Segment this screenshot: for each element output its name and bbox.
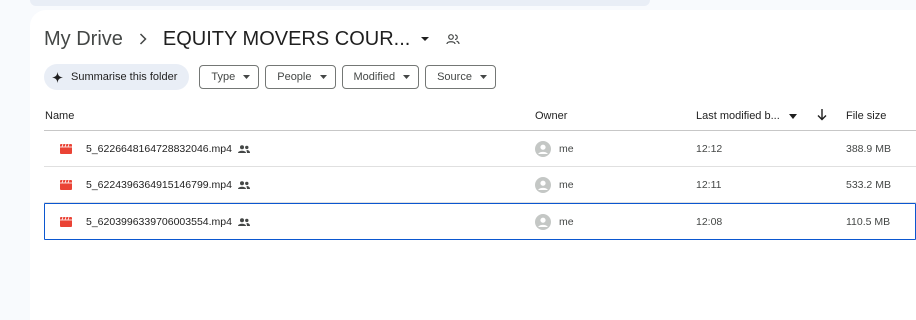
table-row[interactable]: 5_6226648164728832046.mp4 me 12:12 388.9… [44, 131, 916, 167]
column-header-last-modified[interactable]: Last modified b... [696, 110, 797, 122]
summarise-folder-label: Summarise this folder [71, 71, 178, 83]
owner-name: me [559, 215, 574, 228]
avatar [535, 176, 551, 193]
caret-down-icon [403, 75, 411, 79]
video-file-icon [60, 179, 72, 190]
caret-down-icon [479, 75, 487, 79]
last-modified-cell: 12:12 [696, 142, 723, 155]
column-header-name[interactable]: Name [45, 110, 74, 122]
folder-menu-caret-icon[interactable] [420, 36, 430, 42]
caret-down-icon [319, 75, 327, 79]
shared-icon [237, 144, 250, 153]
file-name-cell: 5_6224396364915146799.mp4 [60, 167, 250, 202]
file-table: Name Owner Last modified b... File size … [44, 105, 916, 240]
top-bar-edge [30, 0, 650, 6]
breadcrumb-current-folder[interactable]: EQUITY MOVERS COUR... [163, 28, 410, 51]
shared-folder-icon[interactable] [446, 33, 460, 45]
file-name-cell: 5_6203996339706003554.mp4 [60, 204, 250, 239]
table-header: Name Owner Last modified b... File size [44, 105, 916, 131]
table-row-selected[interactable]: 5_6203996339706003554.mp4 me 12:08 110.5… [44, 203, 916, 240]
shared-icon [237, 217, 250, 226]
column-header-last-modified-label: Last modified b... [696, 110, 780, 122]
filter-source-chip[interactable]: Source [425, 65, 496, 89]
filter-type-label: Type [211, 71, 236, 83]
owner-cell: me [535, 167, 574, 202]
video-file-icon [60, 216, 72, 227]
last-modified-cell: 12:11 [696, 178, 722, 191]
filter-modified-chip[interactable]: Modified [341, 65, 420, 89]
file-name: 5_6203996339706003554.mp4 [86, 215, 232, 228]
file-size-cell: 388.9 MB [846, 142, 891, 155]
last-modified-cell: 12:08 [696, 215, 723, 228]
owner-name: me [559, 142, 574, 155]
filter-chips: Summarise this folder Type People Modifi… [44, 64, 502, 90]
file-size-cell: 110.5 MB [846, 215, 891, 228]
caret-down-icon [243, 75, 251, 79]
owner-cell: me [535, 131, 574, 166]
avatar [535, 140, 551, 157]
filter-people-chip[interactable]: People [265, 65, 336, 89]
sort-arrow-down-icon[interactable] [817, 109, 827, 121]
breadcrumb: My Drive EQUITY MOVERS COUR... [44, 26, 460, 52]
column-header-owner[interactable]: Owner [535, 110, 567, 122]
filter-type-chip[interactable]: Type [199, 65, 260, 89]
filter-modified-label: Modified [353, 71, 396, 83]
file-name: 5_6224396364915146799.mp4 [86, 178, 232, 191]
breadcrumb-my-drive[interactable]: My Drive [44, 28, 123, 51]
caret-down-icon[interactable] [788, 113, 797, 119]
file-name: 5_6226648164728832046.mp4 [86, 142, 232, 155]
sparkle-icon [52, 71, 63, 83]
video-file-icon [60, 143, 72, 154]
column-header-file-size[interactable]: File size [846, 110, 886, 122]
owner-cell: me [535, 204, 574, 239]
summarise-folder-button[interactable]: Summarise this folder [44, 64, 190, 90]
shared-icon [237, 180, 250, 189]
filter-people-label: People [277, 71, 312, 83]
main-panel: My Drive EQUITY MOVERS COUR... Summarise… [30, 10, 916, 320]
file-size-cell: 533.2 MB [846, 178, 891, 191]
file-name-cell: 5_6226648164728832046.mp4 [60, 131, 250, 166]
avatar [535, 213, 551, 230]
chevron-right-icon [130, 33, 156, 45]
owner-name: me [559, 178, 574, 191]
filter-source-label: Source [437, 71, 472, 83]
table-row[interactable]: 5_6224396364915146799.mp4 me 12:11 533.2… [44, 167, 916, 203]
